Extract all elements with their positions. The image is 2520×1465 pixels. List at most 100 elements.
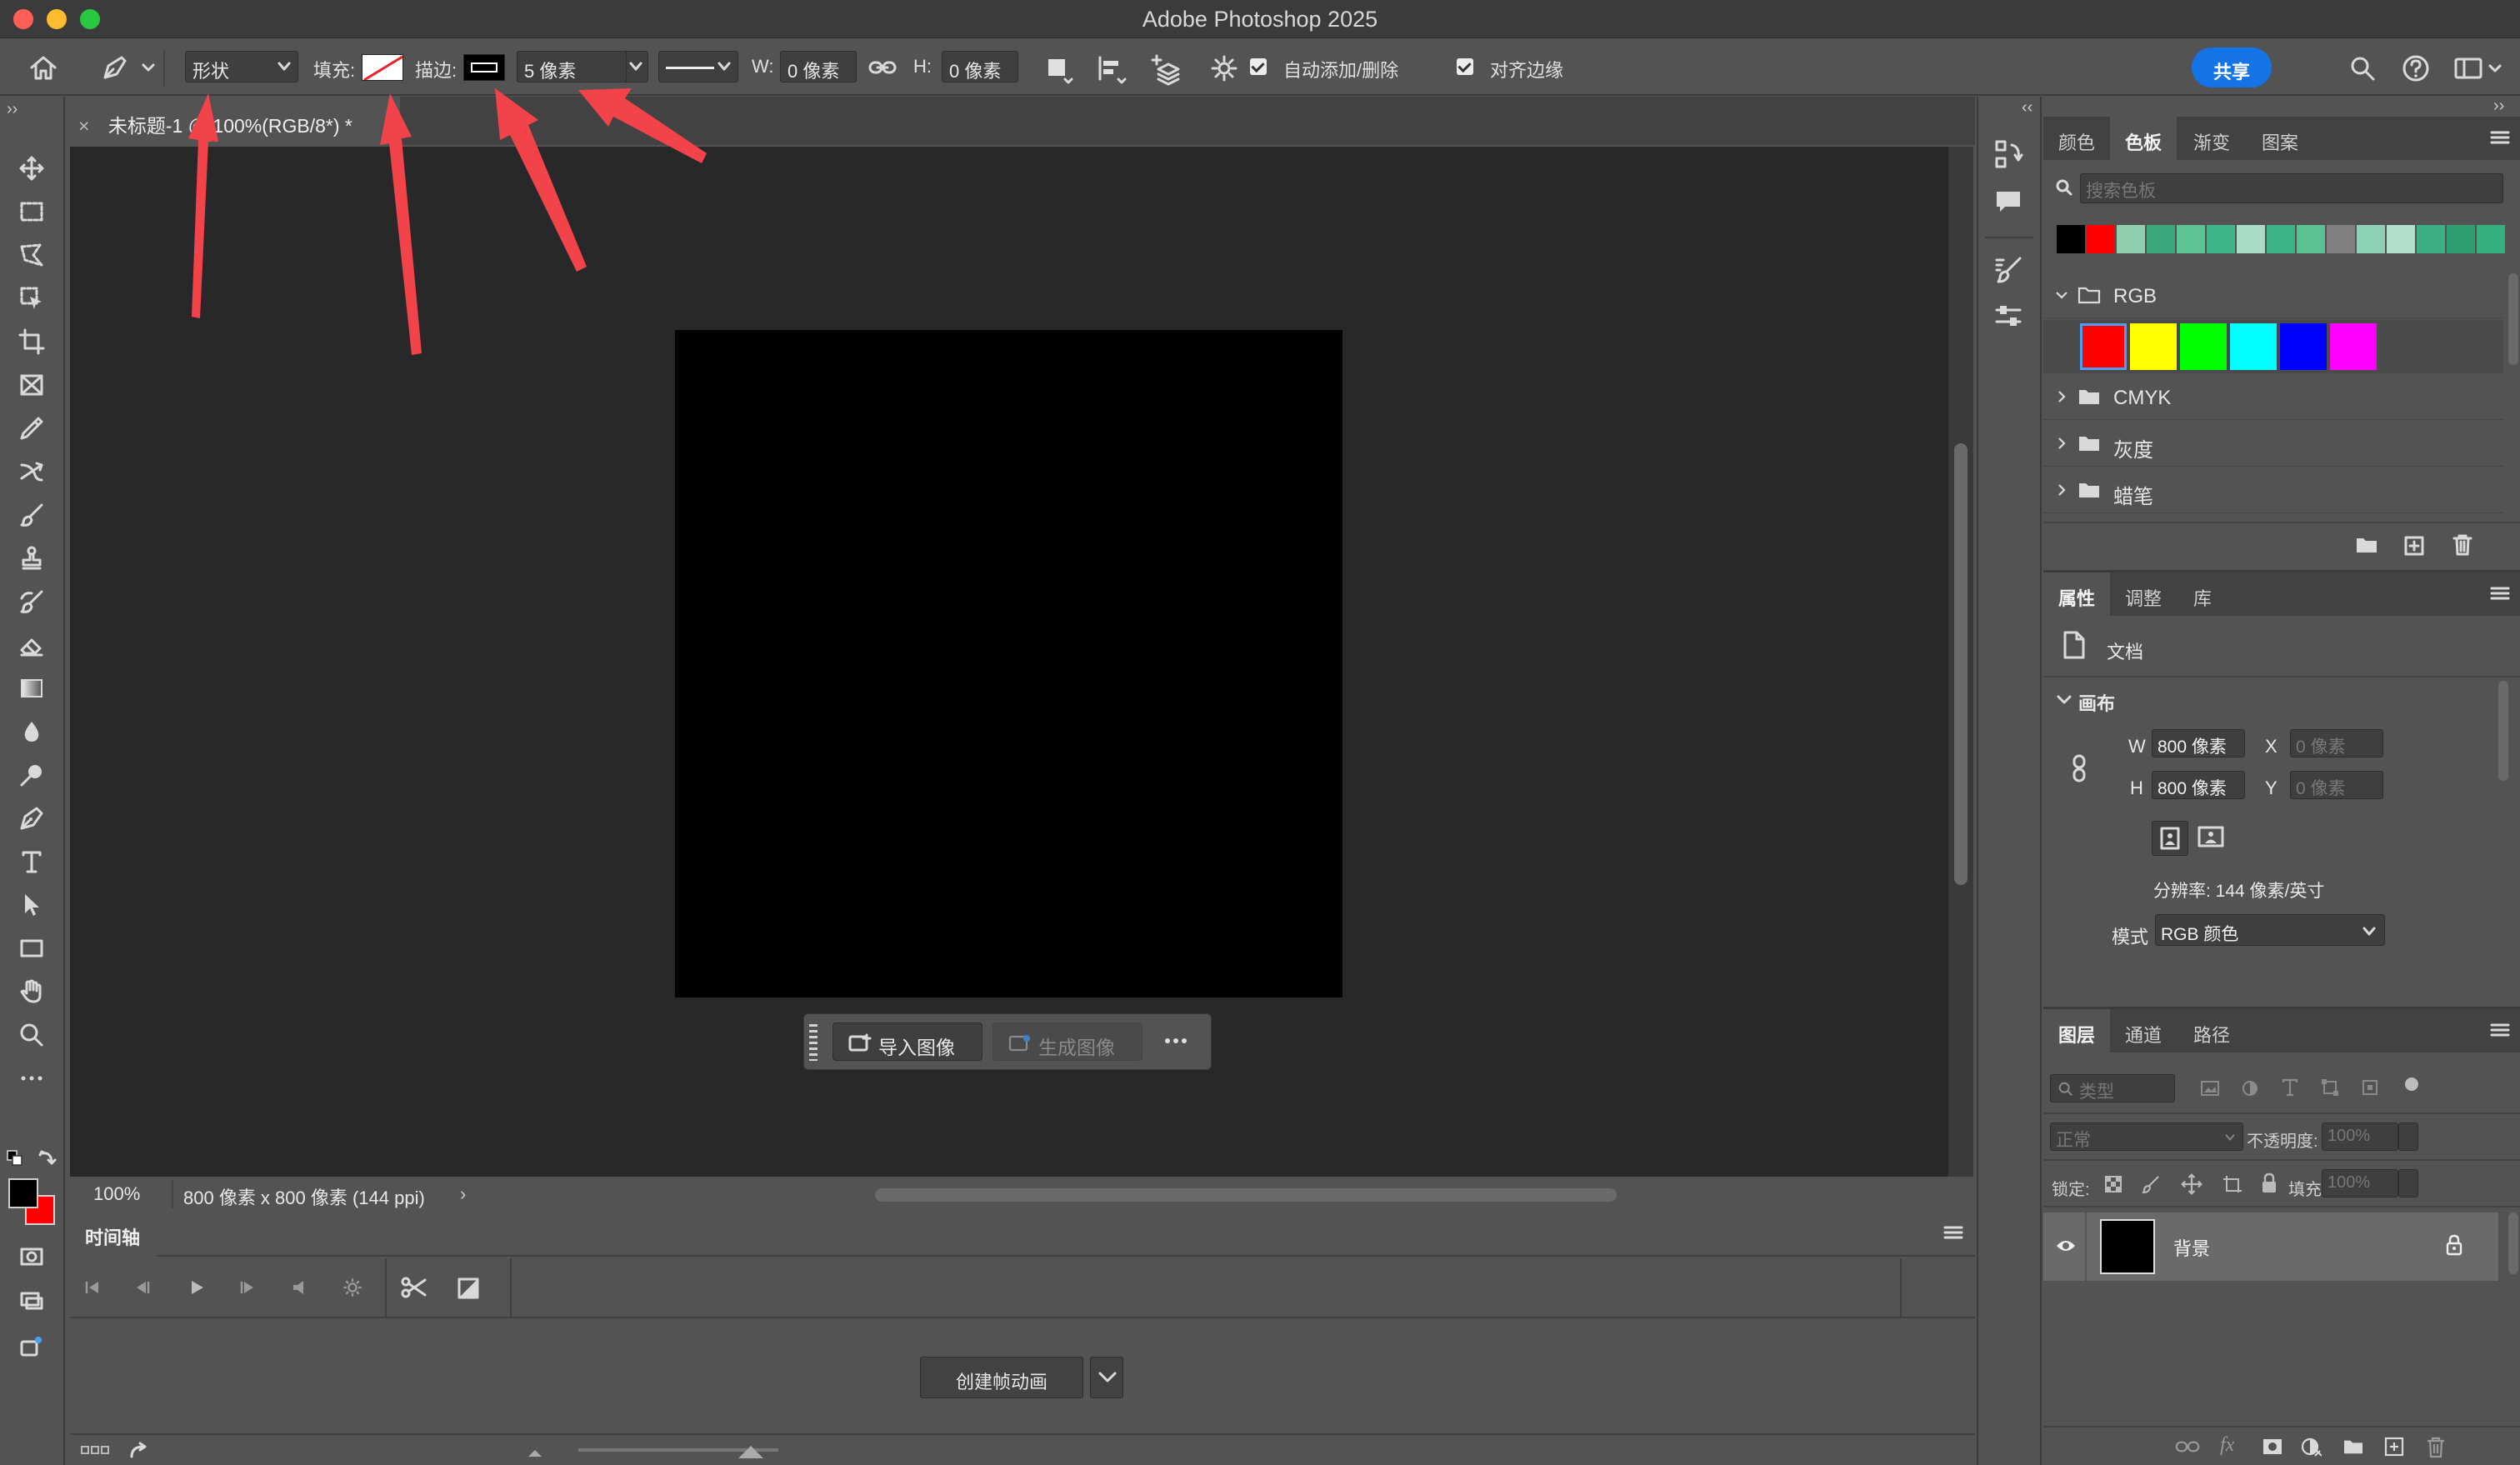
width-field[interactable]: 0 像素 [780,51,857,82]
play-icon[interactable] [187,1278,207,1297]
eye-visibility-icon[interactable] [2055,1238,2077,1254]
properties-menu-icon[interactable] [2490,586,2510,601]
object-selection-tool-icon[interactable] [12,278,52,317]
link-layers-icon[interactable] [2175,1439,2200,1454]
default-colors-icon[interactable] [7,1150,23,1167]
marquee-tool-icon[interactable] [12,192,52,230]
link-icon[interactable] [868,59,897,76]
collapse-panels-icon[interactable]: ›› [2493,97,2504,116]
lasso-tool-icon[interactable] [12,235,52,273]
zoom-tool-icon[interactable] [12,1015,52,1053]
document-tab[interactable]: × 未标题-1 @ 100%(RGB/8*) * [67,97,400,145]
delete-layer-icon[interactable] [2425,1436,2447,1459]
close-tab-icon[interactable]: × [78,115,89,137]
scissors-icon[interactable] [400,1275,428,1300]
zoom-out-mountain-icon[interactable] [527,1447,543,1458]
filter-smart-object-icon[interactable] [2360,1078,2380,1098]
tab-patterns[interactable]: 图案 [2247,117,2313,160]
history-panel-icon[interactable] [1993,138,2023,172]
fill-swatch-none[interactable] [362,54,403,81]
align-edges-checkbox[interactable] [1457,58,1473,75]
document-info[interactable]: 800 像素 x 800 像素 (144 ppi) [183,1183,425,1210]
filter-pixel-icon[interactable] [2200,1079,2220,1098]
brush-tool-icon[interactable] [12,495,52,533]
recent-swatch[interactable] [2087,225,2115,253]
recent-swatch[interactable] [2177,225,2205,253]
tool-mode-select[interactable]: 形状 [185,51,298,82]
filter-adjustment-icon[interactable] [2240,1079,2260,1098]
gradient-tool-icon[interactable] [12,668,52,707]
fill-opacity-field[interactable]: 100% [2322,1169,2398,1198]
opacity-field[interactable]: 100% [2322,1122,2398,1151]
crop-tool-icon[interactable] [12,322,52,360]
chevron-right-icon[interactable] [2055,483,2068,497]
new-layer-icon[interactable] [2383,1436,2405,1458]
frame-mode-icon[interactable] [80,1443,110,1457]
recent-swatch[interactable] [2057,225,2085,253]
pen-tool-preset-icon[interactable] [100,52,158,82]
animation-type-dropdown[interactable] [1090,1357,1123,1398]
recent-swatch[interactable] [2117,225,2145,253]
lock-icon[interactable] [2445,1234,2463,1256]
dodge-tool-icon[interactable] [12,755,52,793]
path-alignment-icon[interactable] [1097,54,1127,84]
generative-ai-icon[interactable] [12,1327,52,1365]
eraser-tool-icon[interactable] [12,625,52,663]
portrait-orientation-button[interactable] [2152,821,2188,856]
type-tool-icon[interactable] [12,842,52,880]
stroke-color-swatch[interactable] [463,54,505,81]
recent-swatch[interactable] [2147,225,2175,253]
chevron-down-icon[interactable] [2055,288,2068,302]
properties-scrollbar[interactable] [2498,681,2508,781]
layers-scrollbar[interactable] [2508,1212,2518,1274]
workspace-icon[interactable] [2453,54,2503,82]
audio-icon[interactable] [290,1278,310,1297]
swap-colors-icon[interactable] [38,1148,57,1167]
lock-artboard-icon[interactable] [2222,1174,2243,1194]
link-dimensions-icon[interactable] [2070,754,2088,782]
path-arrangement-icon[interactable] [1150,52,1183,86]
auto-add-delete-checkbox[interactable] [1250,58,1267,75]
rectangle-tool-icon[interactable] [12,928,52,967]
new-swatch-group-icon[interactable] [2355,535,2378,555]
timeline-settings-icon[interactable] [342,1277,363,1298]
screen-mode-icon[interactable] [12,1280,52,1318]
clone-stamp-tool-icon[interactable] [12,538,52,577]
color-swatch[interactable] [2330,323,2377,370]
canvas-y-field[interactable]: 0 像素 [2290,771,2383,799]
blur-tool-icon[interactable] [12,712,52,750]
lock-image-pixels-icon[interactable] [2142,1174,2162,1194]
vertical-scrollbar[interactable] [1948,147,1973,1177]
path-operations-icon[interactable] [1043,54,1073,84]
swatches-scrollbar[interactable] [2508,273,2518,365]
layer-row[interactable]: 背景 [2043,1212,2498,1281]
canvas-width-field[interactable]: 800 像素 [2152,729,2245,758]
recent-swatch[interactable] [2357,225,2385,253]
layer-filter-kind-select[interactable]: 类型 [2050,1074,2175,1102]
pen-tool-icon[interactable] [12,798,52,837]
layer-name[interactable]: 背景 [2173,1234,2210,1261]
frame-tool-icon[interactable] [12,365,52,403]
comments-icon[interactable] [1993,187,2023,217]
canvas-section-chevron-icon[interactable] [2057,694,2072,706]
first-frame-icon[interactable] [82,1278,102,1297]
recent-swatch[interactable] [2387,225,2415,253]
tab-channels[interactable]: 通道 [2110,1009,2177,1052]
foreground-color-swatch[interactable] [8,1178,38,1208]
generate-image-button[interactable]: 生成图像 [992,1022,1142,1061]
timeline-menu-icon[interactable] [1943,1225,1963,1240]
recent-swatch[interactable] [2237,225,2265,253]
next-frame-icon[interactable] [237,1278,257,1297]
recent-swatch[interactable] [2447,225,2475,253]
stroke-type-select[interactable] [658,51,738,82]
swatch-group-row[interactable]: RGB [2043,273,2503,318]
create-frame-animation-button[interactable]: 创建帧动画 [920,1357,1083,1398]
lock-transparent-pixels-icon[interactable] [2103,1174,2123,1194]
swatch-search-input[interactable]: 搜索色板 [2080,173,2503,203]
new-swatch-icon[interactable] [2403,535,2425,557]
brush-settings-icon[interactable] [1993,255,2023,285]
color-swatch[interactable] [2180,323,2227,370]
eyedropper-tool-icon[interactable] [12,408,52,447]
color-mode-select[interactable]: RGB 颜色 [2155,914,2385,946]
filter-type-icon[interactable] [2280,1078,2300,1098]
